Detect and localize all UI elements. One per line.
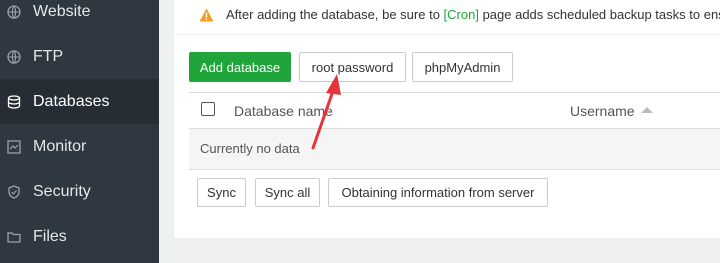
phpmyadmin-button[interactable]: phpMyAdmin — [412, 52, 513, 82]
sidebar-item-monitor[interactable]: Monitor — [0, 124, 159, 169]
shield-icon — [6, 184, 22, 200]
obtain-from-server-button[interactable]: Obtaining information from server — [328, 178, 548, 207]
backup-notice: After adding the database, be sure to [C… — [174, 0, 720, 35]
globe-icon — [6, 49, 22, 65]
select-all-checkbox[interactable] — [201, 102, 215, 116]
sidebar-item-label: Website — [33, 2, 91, 20]
sidebar-item-files[interactable]: Files — [0, 214, 159, 259]
sidebar-item-ftp[interactable]: FTP — [0, 34, 159, 79]
sidebar-item-security[interactable]: Security — [0, 169, 159, 214]
sync-button[interactable]: Sync — [197, 178, 246, 207]
sidebar-item-website[interactable]: Website — [0, 0, 159, 34]
sidebar-item-databases[interactable]: Databases — [0, 79, 159, 124]
table-row: Currently no data — [189, 129, 720, 169]
add-database-button[interactable]: Add database — [189, 52, 291, 82]
root-password-button[interactable]: root password — [299, 52, 406, 82]
databases-panel: After adding the database, be sure to [C… — [174, 0, 720, 238]
sidebar-item-label: Monitor — [33, 137, 87, 155]
column-database-name[interactable]: Database name — [234, 103, 333, 119]
table-header: Database name Username — [189, 93, 720, 129]
folder-icon — [6, 229, 22, 245]
column-username[interactable]: Username — [570, 103, 635, 119]
sidebar-item-label: Files — [33, 227, 67, 245]
sidebar-item-label: Security — [33, 182, 91, 200]
sort-asc-icon[interactable] — [641, 107, 653, 113]
database-icon — [6, 94, 22, 110]
sidebar-item-label: FTP — [33, 47, 64, 65]
sidebar-item-label: Databases — [33, 92, 110, 110]
cron-link[interactable]: [Cron] — [444, 7, 479, 22]
monitor-icon — [6, 139, 22, 155]
databases-table: Database name Username Currently no data — [189, 92, 720, 170]
empty-message: Currently no data — [200, 141, 300, 156]
globe-icon — [6, 4, 22, 20]
sync-all-button[interactable]: Sync all — [255, 178, 320, 207]
warning-icon — [199, 8, 214, 22]
sidebar: Website FTP Databases Monitor Security F… — [0, 0, 159, 263]
notice-text: After adding the database, be sure to [C… — [226, 7, 720, 22]
